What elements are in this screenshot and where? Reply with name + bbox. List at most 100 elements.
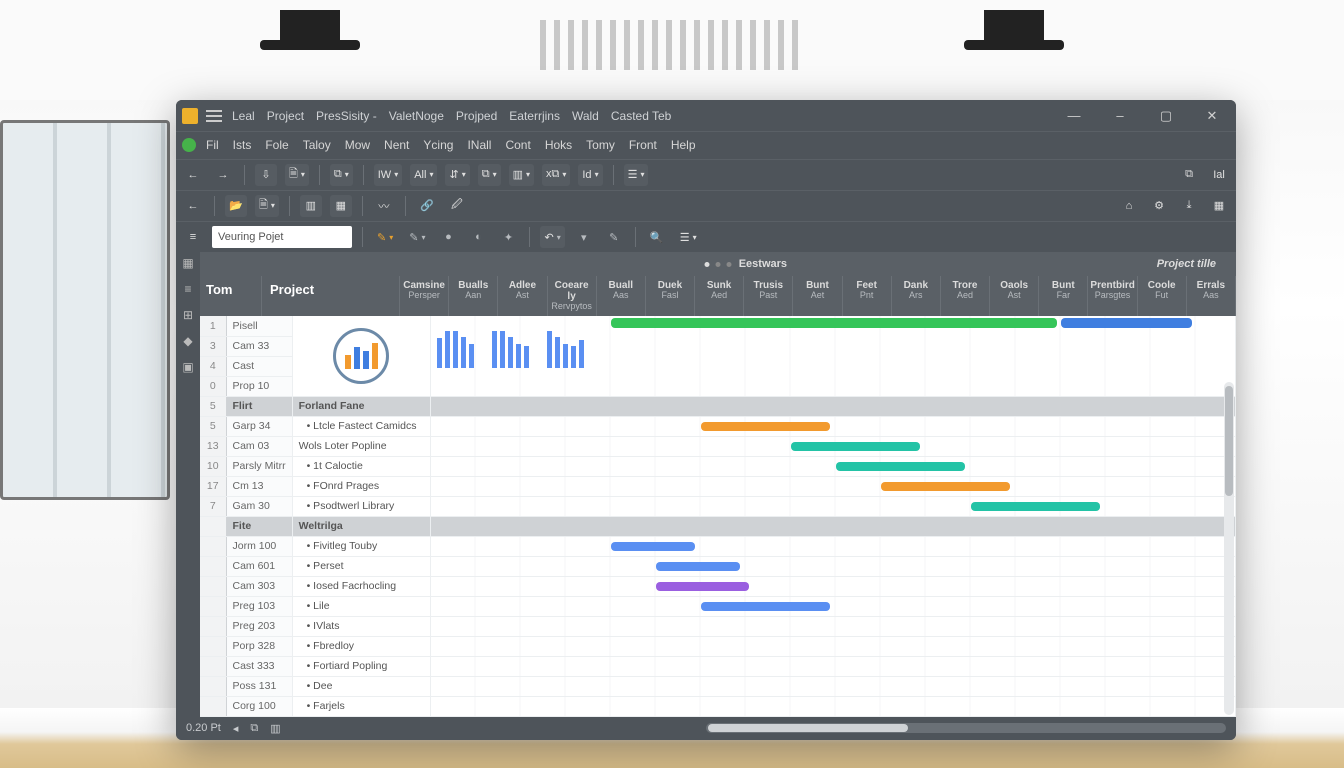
table-row[interactable]: Jorm 100• Fivitleg Touby (200, 536, 1236, 556)
table-row[interactable]: 13Cam 03Wols Loter Popline (200, 436, 1236, 456)
menu-item[interactable]: Mow (345, 138, 370, 152)
table-row[interactable]: Cast 333• Fortiard Popling (200, 656, 1236, 676)
period-column[interactable]: TrusisPast (744, 276, 793, 316)
gantt-bar[interactable] (791, 442, 920, 451)
pencil3-icon[interactable]: ✎ (603, 226, 625, 248)
col-b-header[interactable]: Project (262, 276, 400, 316)
gantt-bar[interactable] (701, 602, 830, 611)
period-column[interactable]: SunkAed (695, 276, 744, 316)
back2-button[interactable]: ← (182, 195, 204, 217)
title-item[interactable]: Eaterrjins (509, 109, 560, 123)
table-row[interactable]: 5FlirtForland Fane (200, 396, 1236, 416)
title-item[interactable]: Projped (456, 109, 497, 123)
dropdown-all[interactable]: All▾ (410, 164, 437, 186)
status-icon[interactable]: ▥ (270, 722, 280, 735)
chevron-down-icon[interactable]: ▾ (573, 226, 595, 248)
table-row[interactable]: 10Parsly Mitrr• 1t Caloctie (200, 456, 1236, 476)
period-column[interactable]: BuallsAan (449, 276, 498, 316)
dropdown-id[interactable]: Id▾ (578, 164, 602, 186)
menu-item[interactable]: Taloy (303, 138, 331, 152)
gantt-bar[interactable] (611, 542, 695, 551)
period-column[interactable]: OaolsAst (990, 276, 1039, 316)
link-icon[interactable]: 🔗 (416, 195, 438, 217)
gutter-icon[interactable]: ▣ (181, 360, 195, 374)
table-row[interactable]: Cam 303• Iosed Facrhocling (200, 576, 1236, 596)
period-column[interactable]: ErralsAas (1187, 276, 1236, 316)
title-item[interactable]: Wald (572, 109, 599, 123)
table-row[interactable]: Porp 328• Fbredloy (200, 636, 1236, 656)
title-item[interactable]: Leal (232, 109, 255, 123)
page-icon[interactable]: 🗎▾ (285, 164, 309, 186)
menu-item[interactable]: Front (629, 138, 657, 152)
gantt-bar[interactable] (881, 482, 1010, 491)
pencil2-icon[interactable]: ✎▾ (405, 226, 429, 248)
menu-item[interactable]: Nent (384, 138, 409, 152)
status-icon[interactable]: ⧉ (250, 722, 258, 735)
table-row[interactable]: 7Gam 30• Psodtwerl Library (200, 496, 1236, 516)
period-column[interactable]: FeetPnt (843, 276, 892, 316)
tool-icon[interactable]: ⇩ (255, 164, 277, 186)
menu-item[interactable]: Help (671, 138, 696, 152)
period-column[interactable]: TroreAed (941, 276, 990, 316)
pencil-icon[interactable]: ✎▾ (373, 226, 397, 248)
gear-icon[interactable]: ⚙ (1148, 195, 1170, 217)
grid3-icon[interactable]: ▦ (1208, 195, 1230, 217)
grid-body[interactable]: 1Pisell3Cam 334Cast0Prop 105FlirtForland… (200, 316, 1236, 717)
period-column[interactable]: BuntFar (1039, 276, 1088, 316)
period-column[interactable]: BuallAas (597, 276, 646, 316)
menu-item[interactable]: Tomy (586, 138, 615, 152)
title-item[interactable]: Casted Teb (611, 109, 672, 123)
gantt-bar[interactable] (656, 562, 740, 571)
label-ial[interactable]: Ial (1208, 164, 1230, 186)
menu-item[interactable]: INall (467, 138, 491, 152)
gantt-bar[interactable] (836, 462, 965, 471)
col-a-header[interactable]: Tom (200, 276, 262, 316)
halfcircle-icon[interactable]: ◐ (467, 226, 489, 248)
period-column[interactable]: PrentbirdParsgtes (1088, 276, 1137, 316)
panel-icon[interactable]: ⧉▾ (330, 164, 353, 186)
hamburger-icon[interactable] (206, 110, 222, 122)
file-icon[interactable]: 🗎▾ (255, 195, 279, 217)
list-icon[interactable]: ☰▾ (624, 164, 649, 186)
gantt-bar[interactable] (971, 502, 1100, 511)
sort-icon[interactable]: ⇵▾ (445, 164, 469, 186)
folder-icon[interactable]: 📂 (225, 195, 247, 217)
edit-icon[interactable]: 🖉 (446, 195, 468, 217)
period-column[interactable]: CooleFut (1138, 276, 1187, 316)
maximize-button[interactable]: ▢ (1152, 102, 1180, 130)
undo-icon[interactable]: ↶▾ (540, 226, 564, 248)
menu-item[interactable]: Ists (233, 138, 252, 152)
gutter-icon[interactable]: ▦ (181, 256, 195, 270)
menu-item[interactable]: Cont (505, 138, 530, 152)
period-column[interactable]: DankArs (892, 276, 941, 316)
title-item[interactable]: ValetNoge (389, 109, 444, 123)
grid2-icon[interactable]: ▥▾ (509, 164, 534, 186)
close-button[interactable]: ✕ (1198, 102, 1226, 130)
search-icon[interactable]: 🔍 (646, 226, 668, 248)
table-row[interactable]: Corg 100• Farjels (200, 696, 1236, 716)
title-item[interactable]: PresSisity - (316, 109, 377, 123)
table-row[interactable]: Preg 103• Lile (200, 596, 1236, 616)
minimize-button[interactable]: – (1106, 102, 1134, 130)
table-row[interactable]: Poss 131• Dee (200, 676, 1236, 696)
project-name-input[interactable]: Veuring Pojet (212, 226, 352, 248)
menu-icon[interactable]: ☰▾ (676, 226, 701, 248)
export-icon[interactable]: x⧉▾ (542, 164, 570, 186)
period-column[interactable]: Coeare lyRervpytos (548, 276, 597, 316)
status-icon[interactable]: ◂ (233, 722, 239, 735)
forward-button[interactable]: → (212, 164, 234, 186)
title-item[interactable]: Project (267, 109, 304, 123)
page-dots[interactable] (705, 262, 732, 267)
menu-item[interactable]: Hoks (545, 138, 572, 152)
home-icon[interactable]: ⌂ (1118, 195, 1140, 217)
grid-alt-icon[interactable]: ▦ (330, 195, 352, 217)
horizontal-scrollbar[interactable] (706, 723, 1226, 733)
table-row[interactable]: 1Pisell (200, 316, 1236, 336)
sparkle-icon[interactable]: ✦ (497, 226, 519, 248)
table-row[interactable]: Preg 203• IVlats (200, 616, 1236, 636)
menu-item[interactable]: Ycing (423, 138, 453, 152)
menu-item[interactable]: Fil (206, 138, 219, 152)
table-row[interactable]: 17Cm 13• FOnrd Prages (200, 476, 1236, 496)
period-column[interactable]: BuntAet (793, 276, 842, 316)
circle-icon[interactable]: ● (437, 226, 459, 248)
